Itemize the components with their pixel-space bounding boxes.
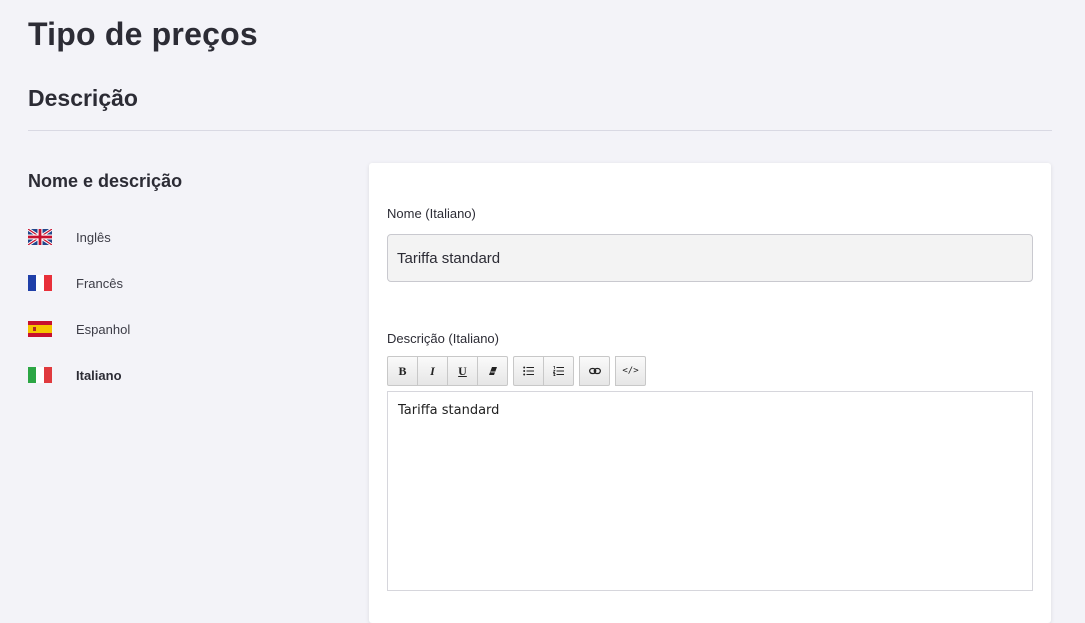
language-item-espanhol[interactable]: Espanhol [28, 310, 130, 356]
eraser-icon [488, 367, 497, 375]
editor-toolbar: B I U </> [387, 356, 651, 386]
name-field-label: Nome (Italiano) [387, 206, 476, 221]
format-button-group: B I U [387, 356, 508, 386]
language-label: Inglês [76, 229, 111, 245]
link-button[interactable] [579, 356, 610, 386]
underline-button[interactable]: U [447, 356, 478, 386]
language-item-frances[interactable]: Francês [28, 264, 130, 310]
language-item-italiano[interactable]: Italiano [28, 356, 130, 402]
unordered-list-button[interactable] [513, 356, 544, 386]
code-button-group: </> [615, 356, 646, 386]
list-button-group [513, 356, 574, 386]
bullet-list-icon [523, 366, 534, 376]
spain-flag-icon [28, 321, 52, 337]
language-list: Inglês Francês Espanhol Italiano [28, 218, 130, 402]
language-label: Espanhol [76, 321, 131, 337]
numbered-list-icon [553, 366, 564, 376]
code-view-button[interactable]: </> [615, 356, 646, 386]
link-button-group [579, 356, 610, 386]
link-icon [588, 367, 601, 375]
divider [28, 130, 1052, 131]
language-label: Francês [76, 275, 123, 291]
description-field-label: Descrição (Italiano) [387, 331, 499, 346]
sidebar-heading: Nome e descrição [28, 171, 183, 191]
description-editor[interactable]: Tariffa standard [387, 391, 1033, 591]
name-field[interactable] [387, 234, 1033, 282]
clear-format-button[interactable] [477, 356, 508, 386]
ordered-list-button[interactable] [543, 356, 574, 386]
section-title: Descrição [28, 85, 138, 111]
language-label: Italiano [76, 367, 122, 383]
italic-button[interactable]: I [417, 356, 448, 386]
bold-button[interactable]: B [387, 356, 418, 386]
france-flag-icon [28, 275, 52, 291]
italy-flag-icon [28, 367, 52, 383]
page-title: Tipo de preços [28, 16, 258, 52]
language-item-ingles[interactable]: Inglês [28, 218, 130, 264]
form-card: Nome (Italiano) Descrição (Italiano) B I… [369, 163, 1051, 623]
uk-flag-icon [28, 229, 52, 245]
